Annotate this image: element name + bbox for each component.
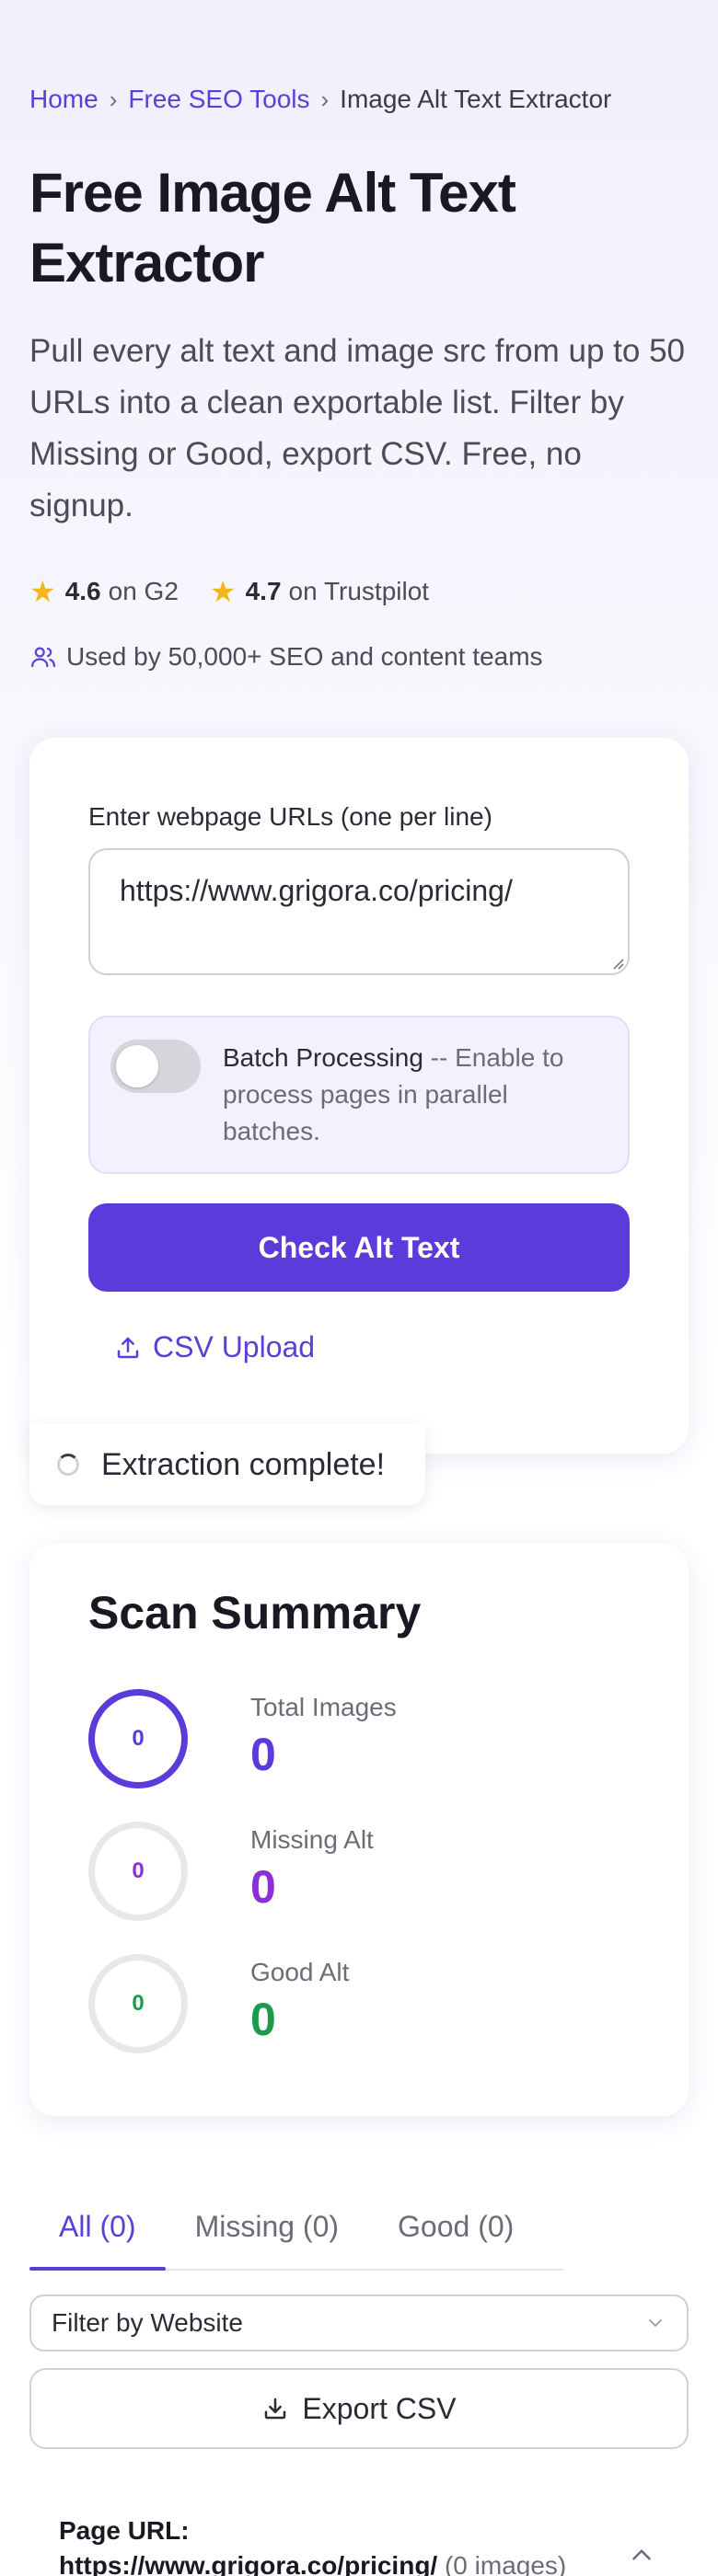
users-icon (31, 647, 55, 668)
breadcrumb-home-link[interactable]: Home (29, 85, 98, 114)
result-page-url[interactable]: Page URL: https://www.grigora.co/pricing… (59, 2513, 611, 2576)
tab-good[interactable]: Good (0) (368, 2204, 543, 2269)
stat-value: 0 (250, 1994, 276, 2045)
stat-value: 0 (250, 1729, 276, 1780)
stat-good-alt: 0 Good Alt 0 (88, 1954, 604, 2057)
stat-label: Missing Alt (250, 1825, 374, 1854)
stat-value: 0 (250, 1861, 276, 1913)
stat-total-images: 0 Total Images 0 (88, 1689, 604, 1792)
batch-processing-toggle[interactable] (110, 1040, 201, 1093)
status-toast: Extraction complete! (29, 1424, 425, 1505)
resize-handle-icon[interactable] (611, 957, 624, 970)
batch-processing-text: Batch Processing -- Enable to process pa… (223, 1040, 609, 1150)
csv-upload-label: CSV Upload (153, 1330, 316, 1363)
chevron-up-icon[interactable] (626, 2539, 657, 2570)
batch-processing-title: Batch Processing (223, 1043, 423, 1072)
check-alt-text-button[interactable]: Check Alt Text (88, 1203, 630, 1292)
url-input-label: Enter webpage URLs (one per line) (88, 802, 492, 831)
trustpilot-label: on Trustpilot (288, 577, 430, 605)
stat-missing-alt: 0 Missing Alt 0 (88, 1822, 604, 1925)
website-filter-select[interactable]: Filter by Website (29, 2294, 689, 2352)
breadcrumb-tools-link[interactable]: Free SEO Tools (128, 85, 309, 114)
results-tabs: All (0) Missing (0) Good (0) (29, 2204, 563, 2271)
missing-alt-ring: 0 (88, 1822, 188, 1921)
social-proof-text: Used by 50,000+ SEO and content teams (66, 642, 543, 671)
batch-processing-panel: Batch Processing -- Enable to process pa… (88, 1016, 630, 1174)
scan-summary-card: Scan Summary 0 Total Images 0 0 Missing … (29, 1544, 689, 2116)
toast-message: Extraction complete! (101, 1446, 386, 1482)
good-alt-ring: 0 (88, 1954, 188, 2053)
export-csv-label: Export CSV (302, 2391, 457, 2425)
star-icon: ★ (209, 575, 237, 608)
page-url-value: https://www.grigora.co/pricing/ (59, 2551, 438, 2576)
breadcrumb-current: Image Alt Text Extractor (340, 85, 612, 113)
trustpilot-score: 4.7 (245, 577, 282, 605)
export-csv-button[interactable]: Export CSV (29, 2368, 689, 2449)
g2-score: 4.6 (64, 577, 101, 605)
extractor-form-card: Enter webpage URLs (one per line) https:… (29, 738, 689, 1454)
star-icon: ★ (29, 575, 56, 608)
scan-summary-title: Scan Summary (88, 1587, 422, 1639)
ratings-row: ★ 4.6 on G2 ★ 4.7 on Trustpilot (29, 574, 689, 609)
breadcrumb: Home › Free SEO Tools › Image Alt Text E… (29, 85, 689, 114)
g2-label: on G2 (108, 577, 179, 605)
breadcrumb-separator: › (109, 85, 118, 113)
page-title: Free Image Alt Text Extractor (29, 162, 516, 293)
website-filter-value: Filter by Website (52, 2308, 243, 2337)
toggle-knob (116, 1045, 158, 1087)
download-icon (265, 2398, 286, 2420)
spinner-icon (57, 1454, 79, 1476)
csv-upload-button[interactable]: CSV Upload (114, 1330, 315, 1364)
stat-label: Total Images (250, 1693, 397, 1721)
url-textarea-value: https://www.grigora.co/pricing/ (120, 874, 513, 907)
chevron-down-icon (649, 2319, 662, 2327)
social-proof: Used by 50,000+ SEO and content teams (29, 642, 689, 672)
tab-missing[interactable]: Missing (0) (166, 2204, 368, 2269)
image-count: (0 images) (444, 2551, 567, 2576)
total-images-ring: 0 (88, 1689, 188, 1788)
breadcrumb-separator: › (320, 85, 330, 113)
page-url-label: Page URL: (59, 2516, 190, 2545)
upload-icon (117, 1337, 139, 1358)
tab-all[interactable]: All (0) (29, 2204, 166, 2271)
page-description: Pull every alt text and image src from u… (29, 333, 685, 523)
stat-label: Good Alt (250, 1958, 350, 1986)
url-textarea[interactable]: https://www.grigora.co/pricing/ (88, 848, 630, 975)
